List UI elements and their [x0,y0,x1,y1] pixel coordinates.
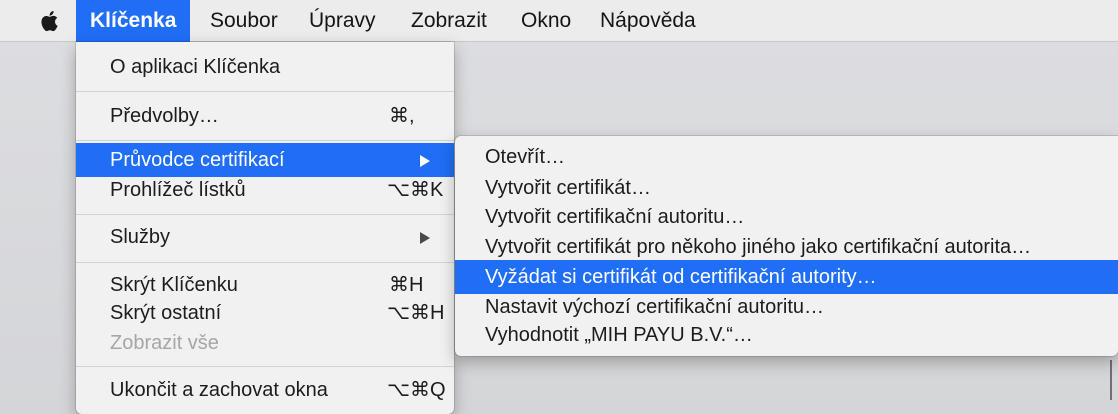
menu-item-label: O aplikaci Klíčenka [110,56,281,78]
submenu-item-request-certificate[interactable]: Vyžádat si certifikát od certifikační au… [455,260,1118,294]
submenu-item-create-ca[interactable]: Vytvořit certifikační autoritu… [455,200,1118,234]
menu-separator [76,140,454,141]
menu-item-certificate-assistant[interactable]: Průvodce certifikací [76,143,454,177]
menu-separator [76,91,454,92]
certificate-assistant-submenu: Otevřít… Vytvořit certifikát… Vytvořit c… [455,136,1118,356]
menu-item-label: Prohlížeč lístků [110,179,246,201]
window-edge [1110,360,1112,400]
submenu-arrow-icon [420,232,430,244]
menubar-item-napoveda[interactable]: Nápověda [600,0,696,42]
menu-item-shortcut: ⌥⌘Q [387,379,446,401]
menu-item-label: Otevřít… [485,146,566,168]
menu-item-label: Vyhodnotit „MIH PAYU B.V.“… [485,324,753,346]
menu-item-show-all: Zobrazit vše [76,326,454,360]
menu-item-about[interactable]: O aplikaci Klíčenka [76,50,454,84]
submenu-arrow-icon [420,155,430,167]
menu-item-label: Zobrazit vše [110,332,219,354]
menu-item-label: Vyžádat si certifikát od certifikační au… [485,266,877,288]
submenu-item-evaluate[interactable]: Vyhodnotit „MIH PAYU B.V.“… [455,318,1118,352]
apple-logo-icon[interactable] [40,8,62,34]
menu-separator [76,262,454,263]
menubar-item-zobrazit[interactable]: Zobrazit [411,0,487,42]
menu-item-label: Vytvořit certifikát pro někoho jiného ja… [485,236,1032,258]
menu-item-shortcut: ⌘, [389,105,415,127]
menubar-item-upravy[interactable]: Úpravy [309,0,376,42]
menu-separator [76,214,454,215]
menu-bar: Klíčenka Soubor Úpravy Zobrazit Okno Náp… [0,0,1118,42]
menu-item-label: Služby [110,226,171,248]
submenu-item-create-cert-for-other[interactable]: Vytvořit certifikát pro někoho jiného ja… [455,230,1118,264]
klicenka-menu: O aplikaci Klíčenka Předvolby… ⌘, Průvod… [76,42,454,414]
menu-item-ticket-viewer[interactable]: Prohlížeč lístků ⌥⌘K [76,173,454,207]
menu-item-label: Skrýt ostatní [110,302,222,324]
menu-item-quit-keep-windows[interactable]: Ukončit a zachovat okna ⌥⌘Q [76,373,454,407]
menubar-item-okno[interactable]: Okno [521,0,571,42]
menubar-item-klicenka[interactable]: Klíčenka [76,0,191,42]
menu-item-label: Průvodce certifikací [110,149,285,171]
menu-item-label: Vytvořit certifikační autoritu… [485,206,745,228]
submenu-item-open[interactable]: Otevřít… [455,140,1118,174]
menu-item-shortcut: ⌥⌘H [387,302,445,324]
menu-item-services[interactable]: Služby [76,220,454,254]
menu-item-label: Předvolby… [110,105,219,127]
menu-item-hide-others[interactable]: Skrýt ostatní ⌥⌘H [76,296,454,330]
menu-separator [76,366,454,367]
menu-item-preferences[interactable]: Předvolby… ⌘, [76,99,454,133]
menubar-item-soubor[interactable]: Soubor [210,0,278,42]
menu-item-label: Ukončit a zachovat okna [110,379,328,401]
menu-item-shortcut: ⌥⌘K [387,179,444,201]
